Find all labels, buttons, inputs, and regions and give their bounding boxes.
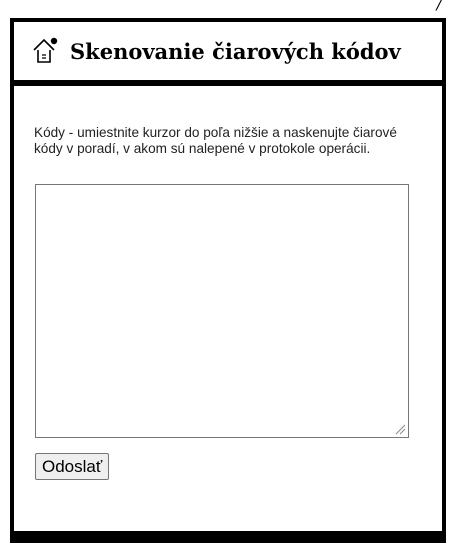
page-title: Skenovanie čiarových kódov [70,38,401,64]
top-edge-mark: / [436,0,442,13]
resize-grip-icon[interactable] [394,423,406,435]
codes-instructions: Kódy - umiestnite kurzor do poľa nižšie … [34,125,397,156]
panel-header: Skenovanie čiarových kódov [14,18,442,86]
submit-button[interactable]: Odoslať [35,453,110,480]
top-strip: / [0,0,456,13]
barcode-scan-arrow-icon [33,37,58,63]
barcodes-textarea[interactable] [35,184,409,438]
